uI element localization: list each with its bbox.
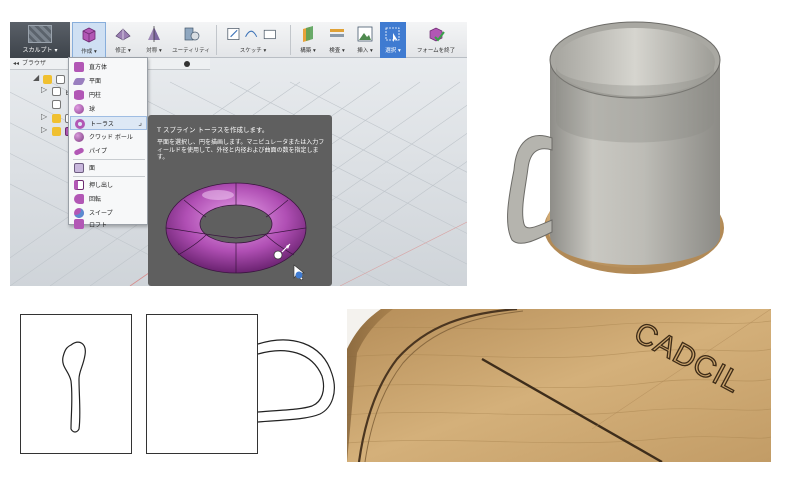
menu-item-quadball[interactable]: クワッド ボール — [70, 130, 147, 144]
document-icon — [56, 75, 65, 84]
menu-item-plane[interactable]: 平面 — [70, 74, 147, 88]
expand-icon[interactable]: ▷ — [41, 125, 47, 134]
engraved-coaster-render: CADCIL — [347, 309, 771, 462]
inspect-label: 検査 ▾ — [329, 48, 345, 54]
wood-surface: CADCIL — [347, 309, 771, 462]
menu-item-torus[interactable]: トーラス ⌟ — [70, 116, 147, 130]
menu-item-label: トーラス — [90, 121, 114, 128]
menu-item-face[interactable]: 面 — [70, 161, 147, 175]
handle-profile-card — [20, 314, 132, 454]
menu-item-label: 球 — [89, 106, 96, 113]
finish-form-label: フォームを終了 — [416, 48, 456, 54]
menu-item-sphere[interactable]: 球 — [70, 102, 147, 116]
bulb-icon[interactable] — [52, 127, 61, 136]
mug-side-card — [146, 314, 258, 454]
cylinder-icon — [74, 90, 84, 100]
finish-form-button[interactable]: フォームを終了 — [408, 22, 464, 58]
extrude-icon — [74, 180, 84, 190]
menu-item-label: パイプ — [89, 148, 108, 155]
utility-icon — [184, 27, 200, 41]
modify-icon — [115, 28, 131, 41]
menu-item-pipe[interactable]: パイプ — [70, 144, 147, 158]
select-label: 選択 ▾ — [385, 48, 401, 54]
finish-form-icon — [429, 27, 445, 42]
construct-button[interactable]: 構築 ▾ — [294, 22, 322, 58]
sculpt-icon — [28, 25, 52, 43]
sketch-icon — [227, 28, 276, 40]
collapse-icon[interactable]: ◂◂ — [13, 58, 19, 70]
revolve-icon — [74, 194, 84, 204]
menu-item-label: 押し出し — [89, 182, 114, 189]
modify-label: 修正 ▾ — [115, 48, 131, 54]
document-icon — [52, 100, 61, 109]
pin-icon[interactable] — [184, 61, 190, 67]
menu-item-label: 回転 — [89, 196, 102, 203]
inspect-icon — [330, 29, 344, 37]
create-button[interactable]: 作成 ▾ — [72, 22, 106, 58]
sculpt-label: スカルプト ▾ — [22, 47, 58, 54]
box-icon — [74, 62, 84, 72]
symmetry-button[interactable]: 対称 ▾ — [140, 22, 168, 58]
menu-item-sweep[interactable]: スイープ — [70, 206, 147, 220]
inspect-button[interactable]: 検査 ▾ — [324, 22, 350, 58]
sweep-icon — [74, 208, 84, 218]
workspace-sculpt-button[interactable]: スカルプト ▾ — [10, 22, 70, 58]
sphere-icon — [74, 104, 84, 114]
composite-figure: スカルプト ▾ 作成 ▾ 修正 ▾ 対称 ▾ ユーティリティ スケッチ ▾ 構築… — [0, 0, 792, 482]
construct-icon — [303, 26, 313, 42]
mug-side-drawing — [257, 339, 335, 423]
folder-icon — [52, 87, 61, 96]
torus-tooltip: T スプライン トーラスを作成します。 平面を選択し、円を描画します。マニピュレ… — [148, 115, 332, 286]
cube-icon — [82, 27, 96, 43]
utility-label: ユーティリティ — [172, 48, 210, 54]
face-icon — [74, 163, 84, 173]
tooltip-description: 平面を選択し、円を描画します。マニピュレータまたは入力フィールドを使用して、外径… — [157, 139, 325, 161]
more-options-icon[interactable]: ⌟ — [138, 118, 142, 127]
utility-button[interactable]: ユーティリティ — [170, 22, 212, 58]
mug-render — [507, 21, 724, 274]
create-label: 作成 ▾ — [81, 49, 97, 55]
tooltip-title: T スプライン トーラスを作成します。 — [157, 126, 269, 134]
insert-label: 挿入 ▾ — [357, 48, 373, 54]
menu-item-label: ロフト — [89, 222, 108, 229]
menu-item-label: クワッド ボール — [89, 134, 133, 141]
insert-button[interactable]: 挿入 ▾ — [352, 22, 378, 58]
quadball-icon — [74, 132, 84, 142]
torus-icon — [75, 119, 85, 129]
insert-icon — [357, 26, 373, 42]
menu-item-label: スイープ — [89, 210, 113, 217]
sketch-button[interactable]: スケッチ ▾ — [220, 22, 286, 58]
expand-icon[interactable]: ▷ — [41, 112, 47, 121]
handle-profile-drawing — [62, 341, 86, 433]
modify-button[interactable]: 修正 ▾ — [108, 22, 138, 58]
symmetry-icon — [148, 26, 160, 42]
menu-item-cylinder[interactable]: 円柱 — [70, 88, 147, 102]
symmetry-label: 対称 ▾ — [146, 48, 162, 54]
expand-icon[interactable]: ◢ — [33, 73, 39, 82]
construct-label: 構築 ▾ — [300, 48, 316, 54]
fusion-window: スカルプト ▾ 作成 ▾ 修正 ▾ 対称 ▾ ユーティリティ スケッチ ▾ 構築… — [10, 22, 467, 286]
pipe-icon — [73, 147, 85, 156]
menu-item-revolve[interactable]: 回転 — [70, 192, 147, 206]
bulb-icon[interactable] — [52, 114, 61, 123]
plane-icon — [72, 78, 86, 85]
menu-item-label: 平面 — [89, 78, 102, 85]
bulb-icon[interactable] — [43, 75, 52, 84]
menu-item-extrude[interactable]: 押し出し — [70, 178, 147, 192]
select-button[interactable]: 選択 ▾ — [380, 22, 406, 58]
select-icon — [385, 27, 400, 42]
loft-icon — [74, 219, 84, 229]
menu-item-loft[interactable]: ロフト — [70, 219, 147, 229]
menu-item-label: 直方体 — [89, 64, 108, 71]
expand-icon[interactable]: ▷ — [41, 85, 47, 94]
create-dropdown-menu: 直方体 平面 円柱 球 トーラス ⌟ クワッド ボール パイプ 面 押し出し 回… — [68, 57, 148, 229]
menu-item-label: 円柱 — [89, 92, 102, 99]
sketch-label: スケッチ ▾ — [239, 48, 267, 54]
browser-title: ブラウザ — [22, 60, 47, 67]
menu-item-label: 面 — [89, 165, 96, 172]
menu-item-box[interactable]: 直方体 — [70, 60, 147, 74]
toolbar: スカルプト ▾ 作成 ▾ 修正 ▾ 対称 ▾ ユーティリティ スケッチ ▾ 構築… — [10, 22, 467, 58]
